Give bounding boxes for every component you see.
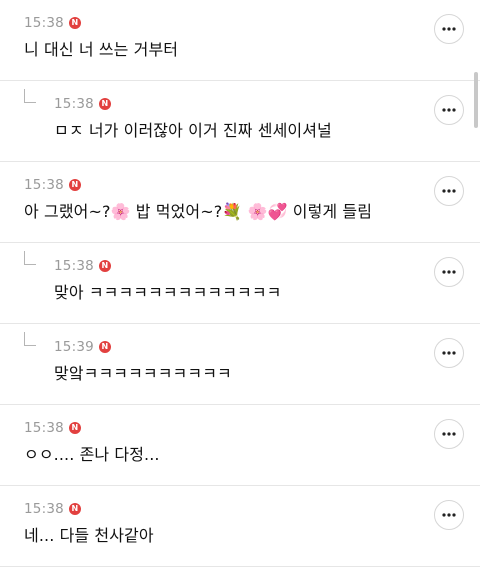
reply-arrow-icon: [24, 89, 36, 103]
comment-text: ㅇㅇ.... 존나 다정...: [24, 445, 160, 464]
reply-item: 15:39 N 맞앜ㅋㅋㅋㅋㅋㅋㅋㅋㅋㅋ: [0, 324, 480, 405]
comment-item: 15:38 N 니 대신 너 쓰는 거부터: [0, 0, 480, 81]
comment-item: 15:38 N 네... 다들 천사같아: [0, 486, 480, 567]
comment-meta: 15:38 N: [24, 500, 81, 518]
new-badge: N: [98, 341, 111, 353]
reply-arrow-icon: [24, 332, 36, 346]
comment-meta: 15:39 N: [54, 338, 111, 356]
comment-time: 15:38: [54, 258, 94, 274]
comment-time: 15:38: [24, 177, 64, 193]
comment-text: 아 그랬어~?🌸 밥 먹었어~?💐 🌸💞 이렇게 들림: [24, 202, 373, 221]
comment-time: 15:38: [24, 501, 64, 517]
comment-time: 15:39: [54, 339, 94, 355]
new-badge: N: [68, 17, 81, 29]
more-horizontal-icon: [442, 513, 456, 517]
comment-item: 15:38 N ㅇㅇ.... 존나 다정...: [0, 405, 480, 486]
more-horizontal-icon: [442, 270, 456, 274]
comment-meta: 15:38 N: [54, 257, 111, 275]
more-horizontal-icon: [442, 351, 456, 355]
new-badge: N: [98, 98, 111, 110]
comment-meta: 15:38 N: [24, 14, 81, 32]
comment-text: 맞앜ㅋㅋㅋㅋㅋㅋㅋㅋㅋㅋ: [54, 364, 232, 383]
scrollbar[interactable]: [474, 72, 478, 128]
new-badge: N: [98, 260, 111, 272]
comment-meta: 15:38 N: [24, 176, 81, 194]
comment-time: 15:38: [24, 15, 64, 31]
more-horizontal-icon: [442, 432, 456, 436]
comment-item: 15:38 N 아 그랬어~?🌸 밥 먹었어~?💐 🌸💞 이렇게 들림: [0, 162, 480, 243]
new-badge: N: [68, 179, 81, 191]
more-options-button[interactable]: [434, 14, 464, 44]
more-options-button[interactable]: [434, 257, 464, 287]
comment-text: ㅁㅈ 너가 이러잖아 이거 진짜 센세이셔널: [54, 121, 332, 140]
new-badge: N: [68, 503, 81, 515]
more-options-button[interactable]: [434, 419, 464, 449]
new-badge: N: [68, 422, 81, 434]
more-horizontal-icon: [442, 108, 456, 112]
reply-arrow-icon: [24, 251, 36, 265]
comment-text: 네... 다들 천사같아: [24, 526, 154, 545]
comment-time: 15:38: [54, 96, 94, 112]
more-options-button[interactable]: [434, 338, 464, 368]
more-horizontal-icon: [442, 27, 456, 31]
comment-meta: 15:38 N: [54, 95, 111, 113]
comment-text: 니 대신 너 쓰는 거부터: [24, 40, 179, 59]
reply-item: 15:38 N 맞아 ㅋㅋㅋㅋㅋㅋㅋㅋㅋㅋㅋㅋㅋ: [0, 243, 480, 324]
comment-meta: 15:38 N: [24, 419, 81, 437]
comment-list: 15:38 N 니 대신 너 쓰는 거부터 15:38 N ㅁㅈ 너가 이러잖아…: [0, 0, 480, 567]
reply-item: 15:38 N ㅁㅈ 너가 이러잖아 이거 진짜 센세이셔널: [0, 81, 480, 162]
comment-text: 맞아 ㅋㅋㅋㅋㅋㅋㅋㅋㅋㅋㅋㅋㅋ: [54, 283, 282, 302]
more-horizontal-icon: [442, 189, 456, 193]
comment-time: 15:38: [24, 420, 64, 436]
more-options-button[interactable]: [434, 176, 464, 206]
more-options-button[interactable]: [434, 500, 464, 530]
more-options-button[interactable]: [434, 95, 464, 125]
